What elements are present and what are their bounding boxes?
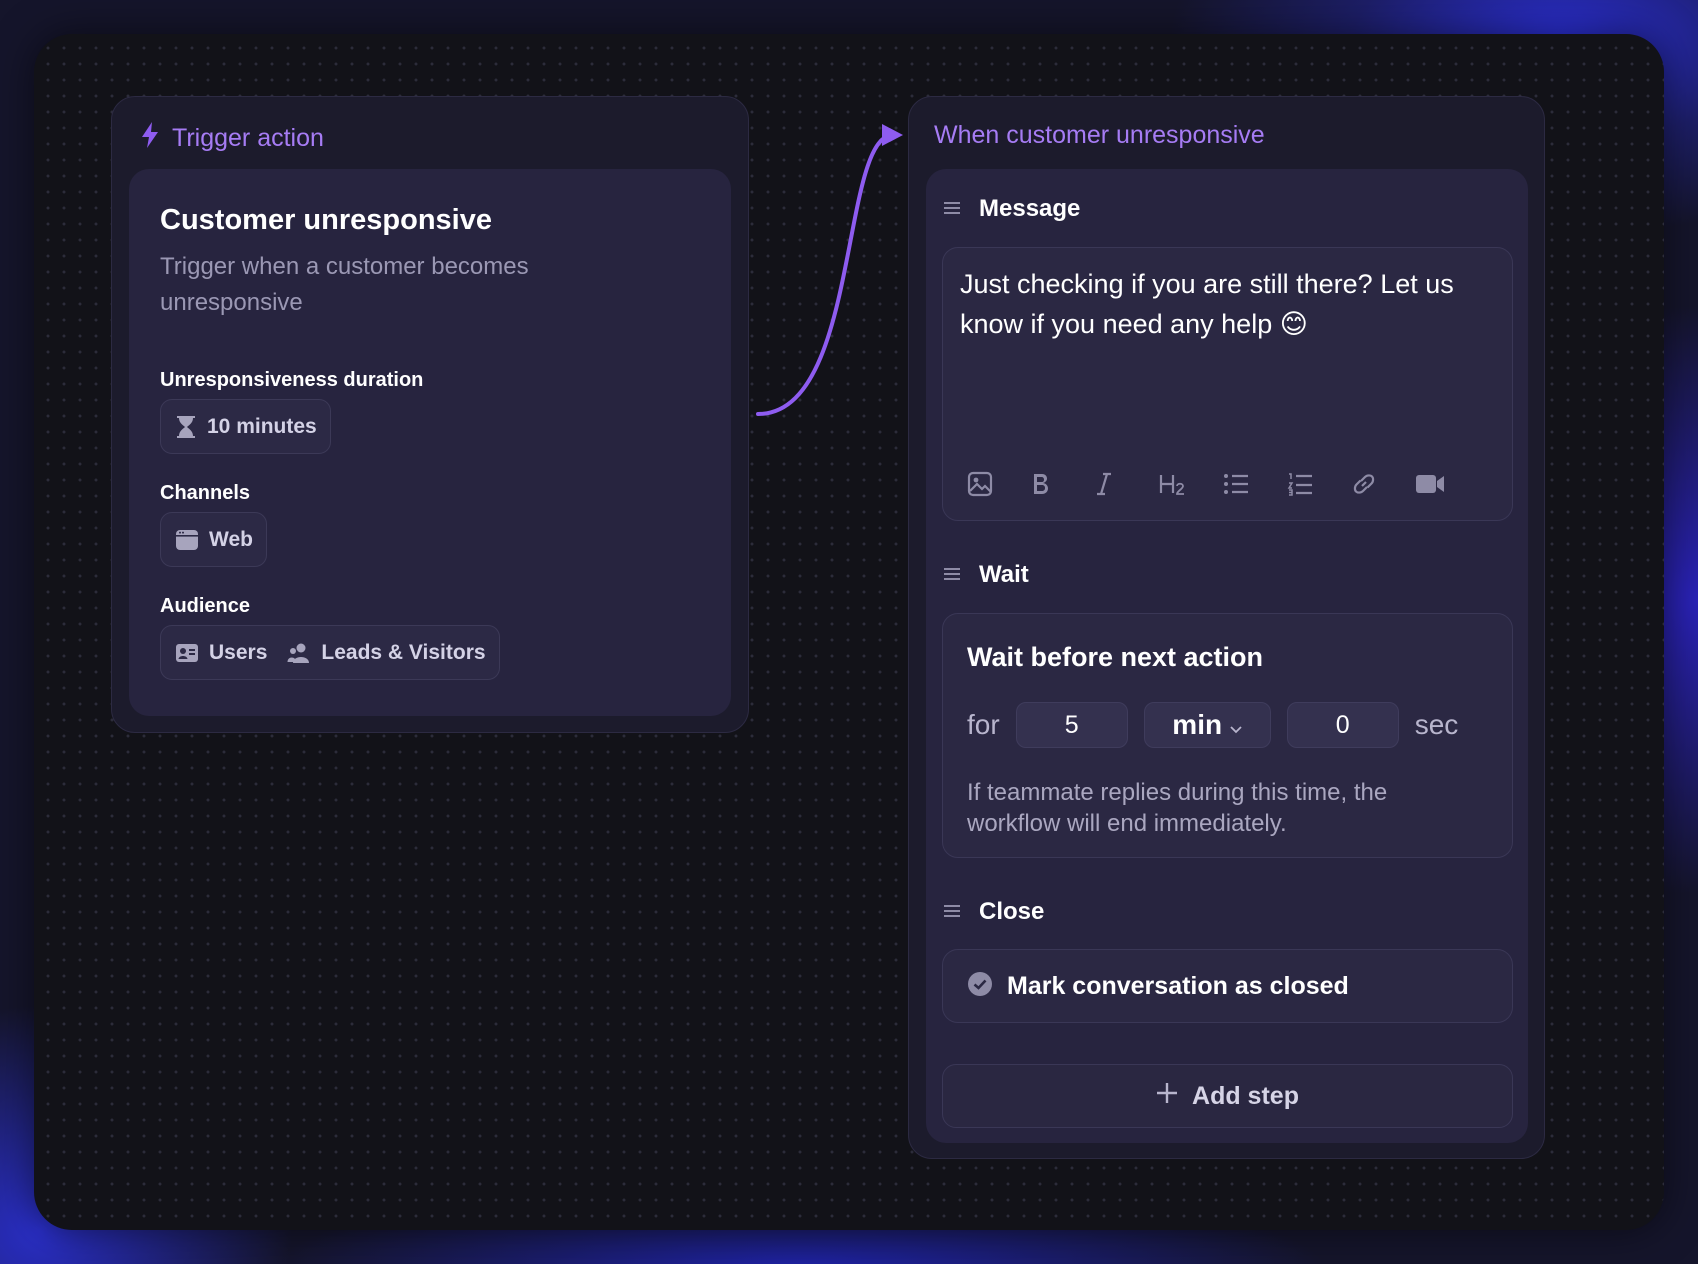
close-step-header[interactable]: Close — [943, 898, 1044, 926]
trigger-panel-title: Trigger action — [140, 121, 324, 156]
message-step-label: Message — [979, 195, 1081, 222]
italic-icon[interactable] — [1095, 462, 1159, 506]
formatting-toolbar — [967, 462, 1479, 506]
message-step-header[interactable]: Message — [943, 195, 1080, 223]
video-icon[interactable] — [1415, 462, 1479, 506]
link-icon[interactable] — [1351, 462, 1415, 506]
message-editor[interactable]: Just checking if you are still there? Le… — [942, 247, 1513, 521]
workflow-panel-title: When customer unresponsive — [934, 121, 1265, 150]
wait-unit-value: min — [1172, 709, 1223, 740]
plus-icon — [1156, 1082, 1178, 1111]
wait-title: Wait before next action — [967, 642, 1264, 672]
duration-value: 10 minutes — [175, 415, 317, 439]
message-text[interactable]: Just checking if you are still there? Le… — [960, 264, 1490, 344]
close-step-label: Close — [979, 898, 1045, 925]
browser-icon — [175, 529, 199, 551]
check-circle-icon — [967, 971, 993, 1002]
wait-step-header[interactable]: Wait — [943, 561, 1029, 589]
numbered-list-icon[interactable] — [1287, 462, 1351, 506]
trigger-section-title: Trigger action — [172, 124, 324, 152]
wait-amount-input[interactable] — [1015, 702, 1128, 748]
add-step-label: Add step — [1192, 1081, 1299, 1110]
audience-label: Audience — [160, 595, 251, 617]
wait-config: Wait before next action for min sec If t… — [942, 613, 1513, 858]
bullet-list-icon[interactable] — [1223, 462, 1287, 506]
workflow-panel: When customer unresponsive Message Just … — [908, 96, 1545, 1159]
wait-note: If teammate replies during this time, th… — [967, 779, 1388, 837]
trigger-heading: Customer unresponsive — [160, 204, 492, 236]
close-action[interactable]: Mark conversation as closed — [942, 949, 1513, 1023]
audience-leads-visitors: Leads & Visitors — [287, 641, 486, 665]
channel-web: Web — [175, 528, 253, 552]
heading2-icon[interactable] — [1159, 462, 1223, 506]
trigger-card[interactable]: Customer unresponsive Trigger when a cus… — [129, 169, 731, 716]
trigger-description: Trigger when a customer becomes unrespon… — [160, 253, 529, 316]
duration-label: Unresponsiveness duration — [160, 369, 424, 391]
wait-step-label: Wait — [979, 561, 1029, 588]
trigger-panel: Trigger action Customer unresponsive Tri… — [111, 96, 749, 733]
audience-chips[interactable]: Users Leads & Visitors — [160, 625, 500, 680]
drag-handle-icon[interactable] — [943, 561, 961, 589]
sec-label: sec — [1414, 709, 1459, 740]
add-step-button[interactable]: Add step — [942, 1064, 1513, 1128]
bold-icon[interactable] — [1031, 462, 1095, 506]
workflow-card: Message Just checking if you are still t… — [926, 169, 1528, 1143]
hourglass-icon — [175, 415, 197, 439]
channels-label: Channels — [160, 482, 251, 504]
users-group-icon — [287, 642, 311, 664]
image-icon[interactable] — [967, 462, 1031, 506]
audience-users: Users — [175, 641, 267, 665]
close-action-label: Mark conversation as closed — [1007, 971, 1349, 1000]
wait-unit-select[interactable]: min — [1143, 702, 1271, 748]
workflow-section-title: When customer unresponsive — [934, 121, 1265, 149]
wait-seconds-input[interactable] — [1286, 702, 1399, 748]
drag-handle-icon[interactable] — [943, 195, 961, 223]
drag-handle-icon[interactable] — [943, 898, 961, 926]
chevron-down-icon — [1230, 709, 1242, 741]
id-card-icon — [175, 643, 199, 663]
for-label: for — [967, 709, 1000, 740]
channel-chip[interactable]: Web — [160, 512, 267, 567]
lightning-icon — [140, 121, 160, 156]
wait-duration-row: for min sec — [967, 702, 1458, 748]
duration-chip[interactable]: 10 minutes — [160, 399, 331, 454]
